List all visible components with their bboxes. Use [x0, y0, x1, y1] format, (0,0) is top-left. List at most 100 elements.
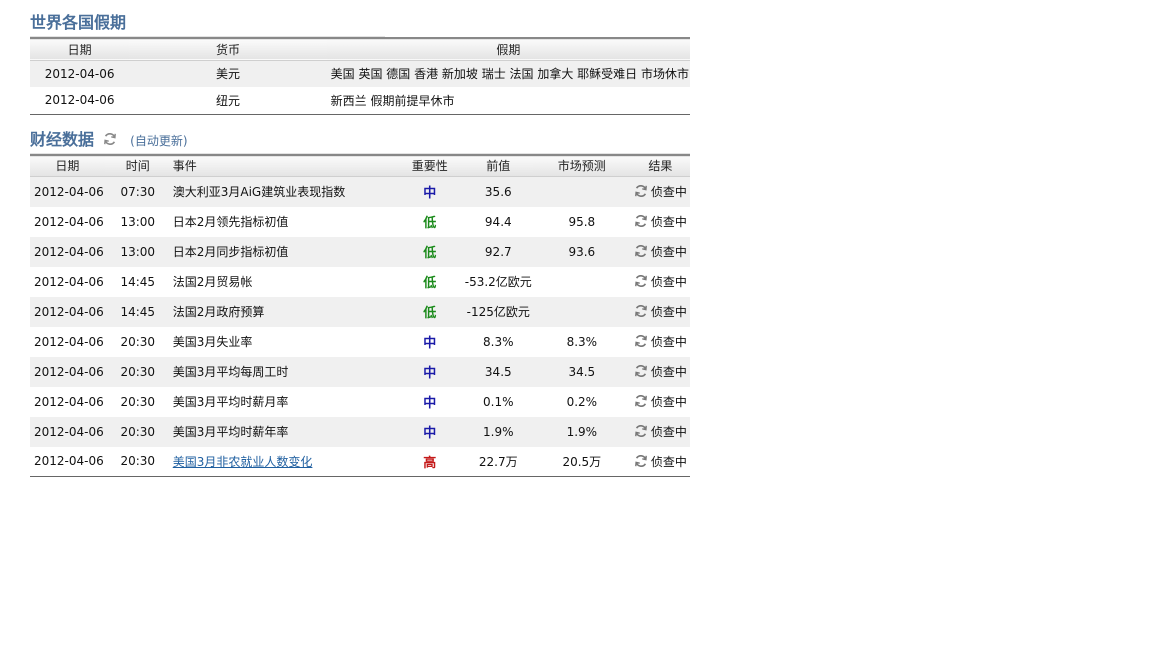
refresh-icon[interactable]	[634, 395, 651, 409]
importance-badge: 中	[423, 426, 437, 441]
row-forecast	[533, 297, 631, 327]
row-prev: -53.2亿欧元	[464, 275, 532, 289]
auto-update-label: (自动更新)	[130, 133, 188, 148]
event-name: 美国3月平均时薪月率	[172, 395, 289, 409]
row-date: 2012-04-06	[34, 274, 104, 289]
finance-row: 2012-04-06 20:30 美国3月平均时薪月率 中 0.1% 0.2% 侦查中	[30, 387, 690, 417]
importance-badge: 低	[423, 216, 437, 231]
row-result: 侦查中	[631, 387, 690, 417]
event-name: 澳大利亚3月AiG建筑业表现指数	[172, 185, 346, 200]
row-result: 侦查中	[631, 327, 690, 357]
row-date: 2012-04-06	[34, 364, 104, 379]
row-time: 13:00	[120, 214, 156, 229]
refresh-icon[interactable]	[634, 365, 651, 379]
row-forecast: 95.8	[568, 214, 596, 229]
finance-row: 2012-04-06 13:00 日本2月领先指标初值 低 94.4 95.8 侦查中	[30, 207, 690, 237]
importance-badge: 高	[423, 455, 437, 471]
row-result: 侦查中	[631, 297, 690, 327]
row-prev: 22.7万	[478, 454, 518, 469]
row-result: 侦查中	[631, 447, 690, 477]
row-time: 14:45	[120, 304, 156, 319]
refresh-icon[interactable]	[634, 335, 651, 349]
col-currency: 货币	[215, 42, 240, 57]
row-result: 侦查中	[631, 237, 690, 267]
event-name: 美国3月失业率	[172, 335, 253, 349]
content: 世界各国假期 日期 货币 假期 2012-04-06 美元 美国 英国 德国 香港 …	[30, 10, 690, 477]
refresh-icon[interactable]	[634, 454, 651, 469]
finance-row: 2012-04-06 20:30 美国3月平均每周工时 中 34.5 34.5 侦查中	[30, 356, 690, 387]
row-prev: 1.9%	[483, 424, 514, 439]
row-date: 2012-04-06	[34, 214, 104, 229]
col-result: 结果	[648, 159, 673, 174]
row-forecast: 1.9%	[566, 424, 598, 439]
row-date: 2012-04-06	[34, 454, 104, 469]
holiday-row: 2012-04-06 纽元 新西兰 假期前提早休市	[30, 87, 690, 114]
row-prev: 8.3%	[483, 334, 514, 349]
row-forecast: 20.5万	[562, 454, 602, 469]
holidays-title: 世界各国假期	[30, 10, 385, 37]
row-prev: 94.4	[484, 214, 512, 229]
col-date: 日期	[67, 42, 92, 57]
result-text: 侦查中	[650, 245, 687, 259]
importance-badge: 中	[423, 336, 437, 351]
col-forecast: 市场预测	[557, 159, 606, 174]
row-prev: 34.5	[484, 364, 512, 379]
result-text: 侦查中	[650, 335, 687, 349]
finance-row: 2012-04-06 13:00 日本2月同步指标初值 低 92.7 93.6 侦查中	[30, 236, 690, 267]
row-date: 2012-04-06	[34, 424, 104, 439]
col-event: 事件	[172, 159, 197, 174]
result-text: 侦查中	[650, 425, 687, 439]
refresh-icon[interactable]	[634, 215, 651, 229]
event-name: 美国3月平均每周工时	[172, 365, 289, 379]
row-prev: 35.6	[484, 184, 512, 199]
col-date: 日期	[55, 159, 80, 174]
event-link[interactable]: 美国3月非农就业人数变化	[173, 455, 313, 469]
refresh-icon[interactable]	[634, 425, 651, 439]
finance-row: 2012-04-06 20:30 美国3月失业率 中 8.3% 8.3% 侦查中	[30, 327, 690, 357]
row-result: 侦查中	[631, 417, 690, 447]
row-forecast: 8.3%	[566, 334, 598, 349]
result-text: 侦查中	[650, 305, 687, 319]
finance-row: 2012-04-06 20:30 美国3月非农就业人数变化 高 22.7万 20.5万 侦查…	[30, 447, 690, 477]
refresh-icon[interactable]	[634, 245, 651, 259]
finance-row: 2012-04-06 07:30 澳大利亚3月AiG建筑业表现指数 中 35.6 侦查中	[30, 176, 690, 207]
finance-title: 财经数据	[30, 129, 95, 149]
row-prev: 0.1%	[483, 394, 514, 409]
row-result: 侦查中	[631, 177, 690, 207]
holiday-currency: 纽元	[215, 93, 240, 108]
col-time: 时间	[125, 159, 150, 174]
refresh-icon[interactable]	[103, 128, 117, 145]
finance-row: 2012-04-06 14:45 法国2月政府预算 低 -125亿欧元 侦查中	[30, 296, 690, 327]
holiday-name: 新西兰 假期前提早休市	[330, 93, 455, 108]
refresh-icon[interactable]	[634, 305, 651, 319]
row-result: 侦查中	[631, 357, 690, 387]
refresh-icon[interactable]	[634, 185, 651, 199]
row-prev: 92.7	[484, 244, 512, 259]
row-date: 2012-04-06	[34, 394, 104, 409]
finance-header-row: 日期 时间 事件 重要性 前值 市场预测 结果	[30, 154, 690, 177]
row-forecast	[533, 267, 631, 297]
result-text: 侦查中	[650, 215, 687, 229]
col-prev: 前值	[486, 159, 511, 174]
row-time: 20:30	[120, 334, 156, 349]
finance-title-bar: 财经数据 (自动更新)	[30, 127, 690, 154]
holiday-currency: 美元	[215, 67, 240, 82]
finance-table: 日期 时间 事件 重要性 前值 市场预测 结果 2012-04-06 07:30 澳…	[30, 154, 690, 477]
event-name: 法国2月贸易帐	[172, 275, 253, 289]
col-importance: 重要性	[411, 159, 448, 174]
row-forecast: 0.2%	[566, 394, 598, 409]
event-name: 日本2月同步指标初值	[172, 245, 289, 259]
holiday-date: 2012-04-06	[44, 66, 115, 81]
row-time: 20:30	[120, 394, 156, 409]
row-time: 20:30	[120, 424, 156, 439]
holiday-name: 美国 英国 德国 香港 新加坡 瑞士 法国 加拿大 耶稣受难日 市场休市	[330, 67, 689, 82]
row-time: 13:00	[120, 244, 156, 259]
refresh-icon[interactable]	[634, 275, 651, 289]
importance-badge: 中	[423, 366, 437, 381]
row-result: 侦查中	[631, 267, 690, 297]
importance-badge: 中	[423, 396, 437, 411]
event-name: 美国3月平均时薪年率	[172, 425, 289, 439]
col-holiday: 假期	[496, 42, 521, 57]
finance-row: 2012-04-06 20:30 美国3月平均时薪年率 中 1.9% 1.9% 侦查中	[30, 416, 690, 447]
row-prev: -125亿欧元	[466, 305, 530, 319]
